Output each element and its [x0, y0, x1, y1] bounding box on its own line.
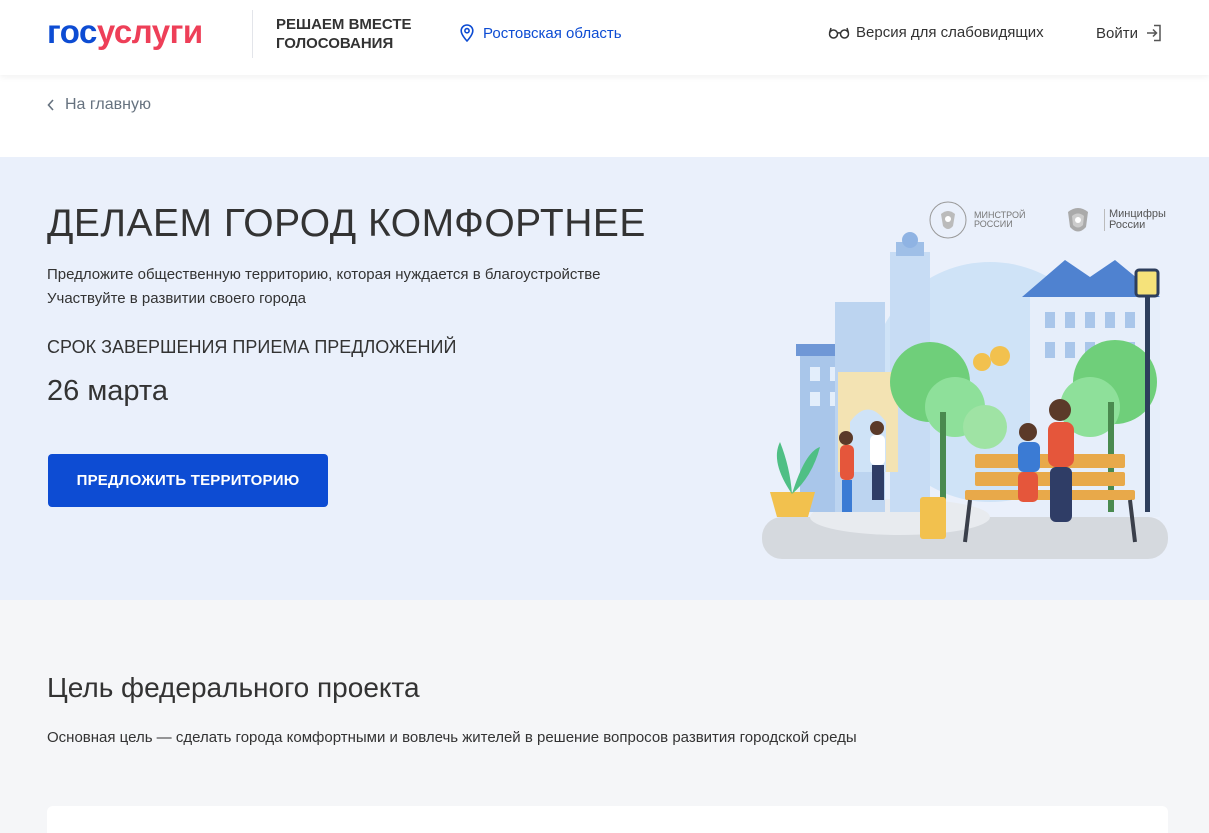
- project-slogan: РЕШАЕМ ВМЕСТЕ ГОЛОСОВАНИЯ: [276, 15, 412, 53]
- deadline-date: 26 марта: [47, 375, 168, 407]
- hero-subtitle-line-2: Участвуйте в развитии своего города: [47, 290, 307, 307]
- back-link-label: На главную: [65, 96, 151, 113]
- goal-title: Цель федерального проекта: [47, 672, 420, 703]
- goal-card: [47, 806, 1168, 833]
- region-selector[interactable]: Ростовская область: [460, 24, 622, 42]
- logo-text-part2: услуги: [96, 13, 203, 50]
- login-icon: [1146, 24, 1161, 42]
- glasses-icon: [828, 27, 850, 39]
- slogan-line-1: РЕШАЕМ ВМЕСТЕ: [276, 16, 412, 33]
- region-label: Ростовская область: [483, 24, 622, 42]
- login-button[interactable]: Войти: [1096, 24, 1162, 42]
- hero-banner: ДЕЛАЕМ ГОРОД КОМФОРТНЕЕ Предложите общес…: [0, 157, 1209, 600]
- accessibility-label: Версия для слабовидящих: [856, 24, 1044, 41]
- project-goal-section: Цель федерального проекта Основная цель …: [0, 600, 1209, 833]
- deadline-label: СРОК ЗАВЕРШЕНИЯ ПРИЕМА ПРЕДЛОЖЕНИЙ: [47, 337, 457, 357]
- hero-subtitle-line-1: Предложите общественную территорию, кото…: [47, 266, 601, 283]
- goal-description: Основная цель — сделать города комфортны…: [47, 729, 857, 746]
- gosuslugi-logo[interactable]: госуслуги: [47, 13, 203, 51]
- mintsifry-line-2: России: [1109, 219, 1146, 231]
- login-label: Войти: [1096, 24, 1138, 42]
- minstroy-line-2: РОССИИ: [974, 219, 1013, 229]
- chevron-left-icon: [47, 99, 54, 111]
- city-park-illustration: [762, 232, 1168, 559]
- slogan-line-2: ГОЛОСОВАНИЯ: [276, 35, 394, 52]
- accessibility-version-link[interactable]: Версия для слабовидящих: [828, 24, 1044, 41]
- location-pin-icon: [460, 24, 474, 42]
- hero-title: ДЕЛАЕМ ГОРОД КОМФОРТНЕЕ: [47, 202, 646, 245]
- logo-text-part1: гос: [47, 13, 97, 50]
- back-to-main-link[interactable]: На главную: [47, 96, 151, 114]
- propose-territory-button[interactable]: ПРЕДЛОЖИТЬ ТЕРРИТОРИЮ: [48, 454, 328, 507]
- header-divider: [252, 10, 253, 58]
- breadcrumb-bar: На главную: [0, 75, 1209, 157]
- hero-subtitle: Предложите общественную территорию, кото…: [47, 263, 600, 311]
- top-header: госуслуги РЕШАЕМ ВМЕСТЕ ГОЛОСОВАНИЯ Рост…: [0, 0, 1209, 75]
